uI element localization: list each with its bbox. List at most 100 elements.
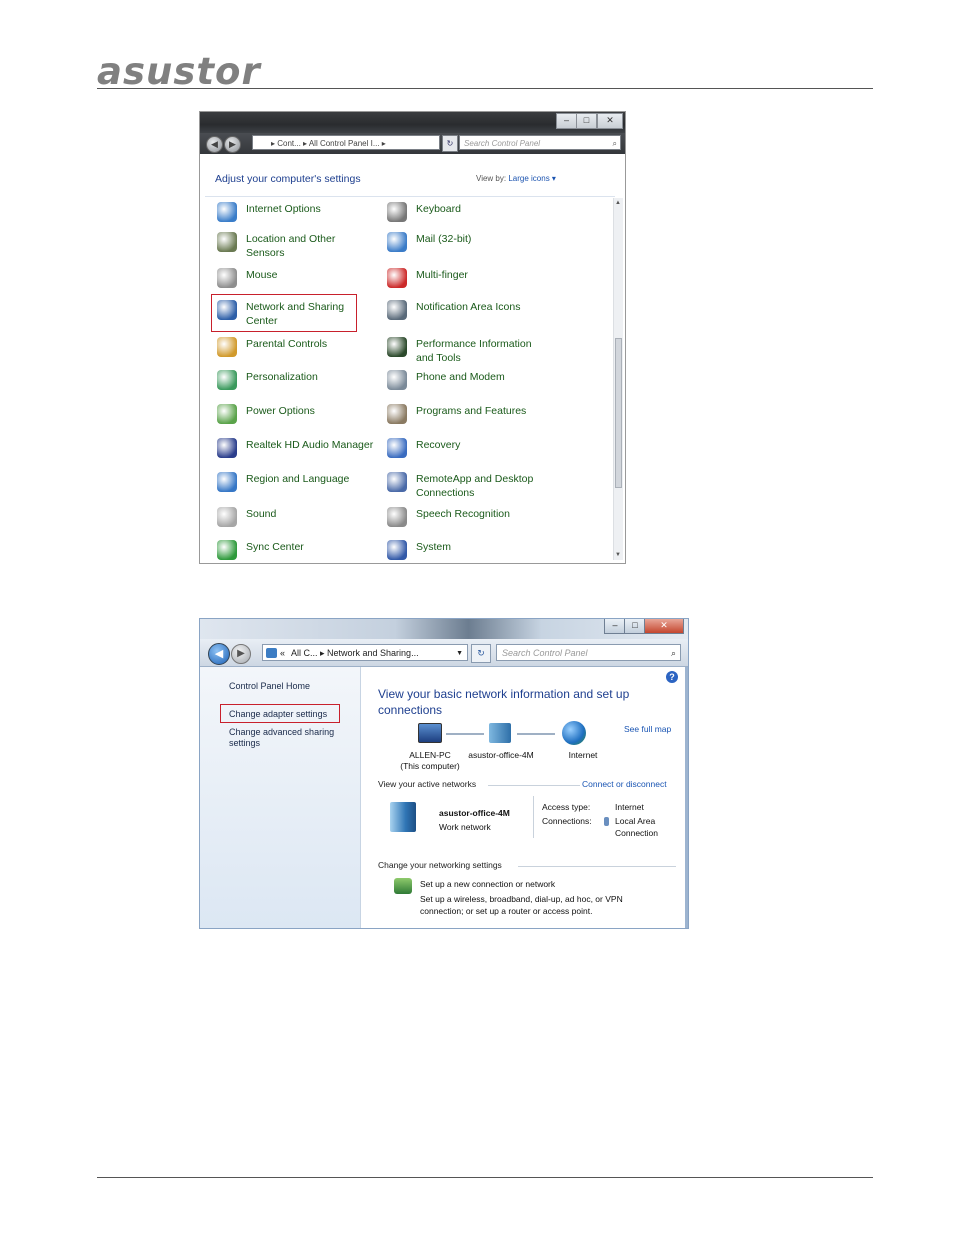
change-advanced-sharing-link-line2[interactable]: settings xyxy=(229,738,260,749)
refresh-icon[interactable]: ↻ xyxy=(471,644,491,663)
back-arrow-icon[interactable]: ◀ xyxy=(208,643,230,665)
setup-description-line2: connection; or set up a router or access… xyxy=(420,906,593,916)
computer-sublabel: (This computer) xyxy=(400,761,460,771)
control-panel-item[interactable]: Keyboard xyxy=(387,202,547,222)
control-panel-item[interactable]: Location and Other Sensors xyxy=(217,232,377,260)
help-icon[interactable]: ? xyxy=(666,671,678,683)
address-bar[interactable]: « All C... ▸ Network and Sharing... ▼ xyxy=(262,644,468,661)
control-panel-item-label: Phone and Modem xyxy=(416,371,505,383)
control-panel-item[interactable]: Sound xyxy=(217,507,377,527)
minimize-icon[interactable]: – xyxy=(604,619,626,634)
control-panel-item[interactable]: Programs and Features xyxy=(387,404,547,424)
change-advanced-sharing-link[interactable]: Change advanced sharing xyxy=(229,727,334,738)
control-panel-item[interactable]: Speech Recognition xyxy=(387,507,547,527)
control-panel-item-label: Sync Center xyxy=(246,541,304,553)
internet-options-icon xyxy=(217,202,237,222)
control-panel-item[interactable]: Personalization xyxy=(217,370,377,390)
refresh-icon[interactable]: ↻ xyxy=(442,135,458,152)
local-area-connection-link[interactable]: Local Area xyxy=(615,815,655,827)
maximize-icon[interactable]: □ xyxy=(576,113,597,129)
control-panel-item[interactable]: Realtek HD Audio Manager xyxy=(217,438,377,458)
search-input[interactable]: Search Control Panel ⌕ xyxy=(459,135,621,150)
control-panel-item[interactable]: Region and Language xyxy=(217,472,377,492)
keyboard-icon xyxy=(387,202,407,222)
view-by-dropdown[interactable]: Large icons ▾ xyxy=(508,174,556,183)
control-panel-item-label: System xyxy=(416,541,452,553)
control-panel-item[interactable]: Power Options xyxy=(217,404,377,424)
close-icon[interactable]: ✕ xyxy=(644,619,684,634)
control-panel-item[interactable]: Parental Controls xyxy=(217,337,377,357)
control-panel-item[interactable]: System xyxy=(387,540,547,560)
control-panel-item-label: Realtek HD Audio Manager xyxy=(246,439,374,451)
scroll-thumb[interactable] xyxy=(615,338,622,488)
control-panel-item[interactable]: Phone and Modem xyxy=(387,370,547,390)
navigation-bar: ◀ ▶ ▸ Cont... ▸ All Control Panel I... ▸… xyxy=(200,133,625,154)
location-sensors-icon xyxy=(217,232,237,252)
search-icon[interactable]: ⌕ xyxy=(671,645,676,662)
control-panel-item-label: Multi-finger xyxy=(416,269,468,281)
control-panel-item-label: Performance Information and Tools xyxy=(416,338,532,364)
sync-center-icon xyxy=(217,540,237,560)
scroll-down-icon[interactable]: ▼ xyxy=(615,552,621,558)
header-rule xyxy=(97,88,873,89)
control-panel-item[interactable]: Recovery xyxy=(387,438,547,458)
notification-area-icon xyxy=(387,300,407,320)
scrollbar[interactable]: ▲ ▼ xyxy=(613,198,623,560)
control-panel-item[interactable]: Internet Options xyxy=(217,202,377,222)
setup-description: Set up a wireless, broadband, dial-up, a… xyxy=(420,894,623,904)
power-options-icon xyxy=(217,404,237,424)
access-type-value: Internet xyxy=(615,802,644,812)
close-icon[interactable]: ✕ xyxy=(597,113,623,129)
forward-arrow-icon[interactable]: ▶ xyxy=(224,136,241,153)
control-panel-item[interactable]: Mail (32-bit) xyxy=(387,232,547,252)
back-arrow-icon[interactable]: ◀ xyxy=(206,136,223,153)
chevron-down-icon[interactable]: ▼ xyxy=(456,645,463,662)
minimize-icon[interactable]: – xyxy=(556,113,577,129)
view-by-label: View by: xyxy=(476,174,507,183)
control-panel-home-link[interactable]: Control Panel Home xyxy=(229,681,310,692)
control-panel-item[interactable]: Performance Information and Tools xyxy=(387,337,547,365)
maximize-icon[interactable]: □ xyxy=(624,619,646,634)
address-path: All C... ▸ Network and Sharing... xyxy=(291,648,419,658)
remoteapp-icon xyxy=(387,472,407,492)
setup-connection-link[interactable]: Set up a new connection or network xyxy=(420,878,555,890)
audio-manager-icon xyxy=(217,438,237,458)
control-panel-item-label: Mail (32-bit) xyxy=(416,233,472,245)
control-panel-item-label: Keyboard xyxy=(416,203,461,215)
local-area-connection-link-line2[interactable]: Connection xyxy=(615,827,658,839)
internet-label: Internet xyxy=(568,750,598,760)
network-type-link[interactable]: Work network xyxy=(439,821,491,833)
lan-connection-icon xyxy=(604,817,609,826)
search-icon[interactable]: ⌕ xyxy=(613,136,617,151)
active-networks-label: View your active networks xyxy=(378,779,477,789)
control-panel-item[interactable]: Mouse xyxy=(217,268,377,288)
parental-controls-icon xyxy=(217,337,237,357)
view-by: View by: Large icons ▾ xyxy=(476,174,556,183)
page-title: Adjust your computer's settings xyxy=(215,173,361,185)
control-panel-item-label: Power Options xyxy=(246,405,315,417)
scroll-up-icon[interactable]: ▲ xyxy=(615,200,621,206)
control-panel-item[interactable]: Sync Center xyxy=(217,540,377,560)
control-panel-item-label: Location and Other Sensors xyxy=(246,233,336,259)
connect-disconnect-link[interactable]: Connect or disconnect xyxy=(582,779,667,789)
footer-rule xyxy=(97,1177,873,1178)
search-input[interactable]: Search Control Panel ⌕ xyxy=(496,644,681,661)
control-panel-item[interactable]: RemoteApp and Desktop Connections xyxy=(387,472,547,500)
computer-icon xyxy=(418,723,442,743)
control-panel-window: – □ ✕ ◀ ▶ ▸ Cont... ▸ All Control Panel … xyxy=(200,112,625,563)
change-settings-label: Change your networking settings xyxy=(378,860,502,870)
control-panel-item-label: Notification Area Icons xyxy=(416,301,521,313)
access-type-label: Access type: xyxy=(542,802,591,812)
see-full-map-link[interactable]: See full map xyxy=(624,724,671,734)
control-panel-item[interactable]: Multi-finger xyxy=(387,268,547,288)
title-bar: – □ ✕ xyxy=(200,112,625,133)
window-border xyxy=(685,667,688,928)
network-label: asustor-office-4M xyxy=(468,750,534,760)
address-bar[interactable]: ▸ Cont... ▸ All Control Panel I... ▸ xyxy=(252,135,440,150)
system-icon xyxy=(387,540,407,560)
control-panel-item[interactable]: Notification Area Icons xyxy=(387,300,547,320)
forward-arrow-icon[interactable]: ▶ xyxy=(231,644,251,664)
personalization-icon xyxy=(217,370,237,390)
control-panel-item-label: Sound xyxy=(246,508,277,520)
network-folder-icon xyxy=(266,648,277,658)
